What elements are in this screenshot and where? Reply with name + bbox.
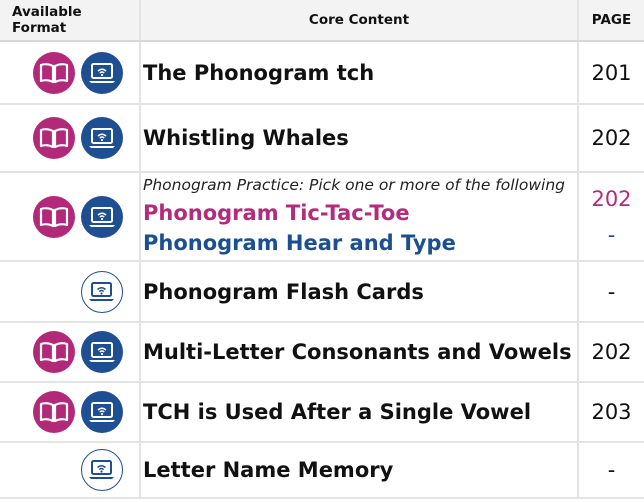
laptop-icon xyxy=(81,391,123,433)
practice-instruction: Phonogram Practice: Pick one or more of … xyxy=(143,175,565,194)
activity-title: Whistling Whales xyxy=(143,126,349,150)
activity-title: Phonogram Flash Cards xyxy=(143,279,424,304)
laptop-icon xyxy=(81,331,123,373)
page-number: 202 xyxy=(591,186,632,211)
header-core-content: Core Content xyxy=(139,0,578,42)
laptop-icon xyxy=(81,117,123,159)
format-cell xyxy=(0,322,140,383)
page-cell: 202 - xyxy=(577,172,644,262)
table-row: Letter Name Memory - xyxy=(0,442,644,499)
format-cell xyxy=(0,104,140,173)
activity-title: Multi-Letter Consonants and Vowels xyxy=(143,340,572,364)
page-number: - xyxy=(577,442,644,499)
page-number: - xyxy=(577,261,644,323)
activity-title: TCH is Used After a Single Vowel xyxy=(143,400,532,424)
header-available-format: Available Format xyxy=(0,0,140,42)
book-icon xyxy=(33,391,75,433)
page-number: 202 xyxy=(577,104,644,173)
laptop-outline-icon xyxy=(81,270,123,313)
book-icon xyxy=(33,331,75,373)
content-cell: Multi-Letter Consonants and Vowels xyxy=(139,322,578,383)
lesson-content-table: Available Format Core Content PAGE The P… xyxy=(0,0,644,499)
format-cell xyxy=(0,442,140,499)
laptop-icon xyxy=(81,51,123,94)
table-row: The Phonogram tch 201 xyxy=(0,41,644,105)
content-cell: The Phonogram tch xyxy=(139,41,578,105)
table-row: Phonogram Flash Cards - xyxy=(0,261,644,323)
content-cell: Phonogram Practice: Pick one or more of … xyxy=(139,172,578,262)
table-header-row: Available Format Core Content PAGE xyxy=(0,0,644,42)
page-number: 201 xyxy=(577,41,644,105)
format-cell xyxy=(0,172,140,262)
laptop-outline-icon xyxy=(81,449,123,491)
table-row: Multi-Letter Consonants and Vowels 202 xyxy=(0,322,644,383)
content-cell: Phonogram Flash Cards xyxy=(139,261,578,323)
content-cell: TCH is Used After a Single Vowel xyxy=(139,382,578,443)
format-cell xyxy=(0,382,140,443)
activity-title: The Phonogram tch xyxy=(143,60,375,85)
book-icon xyxy=(33,51,75,94)
page-number: 202 xyxy=(577,322,644,383)
header-page: PAGE xyxy=(577,0,644,42)
page-number: - xyxy=(607,222,616,247)
activity-title: Letter Name Memory xyxy=(143,458,394,482)
format-cell xyxy=(0,41,140,105)
page-number: 203 xyxy=(577,382,644,443)
content-cell: Whistling Whales xyxy=(139,104,578,173)
book-icon xyxy=(33,195,75,238)
table-row: TCH is Used After a Single Vowel 203 xyxy=(0,382,644,443)
book-icon xyxy=(33,117,75,159)
activity-title: Phonogram Tic-Tac-Toe xyxy=(143,200,410,225)
activity-title: Phonogram Hear and Type xyxy=(143,230,456,255)
table-row: Phonogram Practice: Pick one or more of … xyxy=(0,172,644,262)
format-cell xyxy=(0,261,140,323)
content-cell: Letter Name Memory xyxy=(139,442,578,499)
laptop-icon xyxy=(81,195,123,238)
table-row: Whistling Whales 202 xyxy=(0,104,644,173)
